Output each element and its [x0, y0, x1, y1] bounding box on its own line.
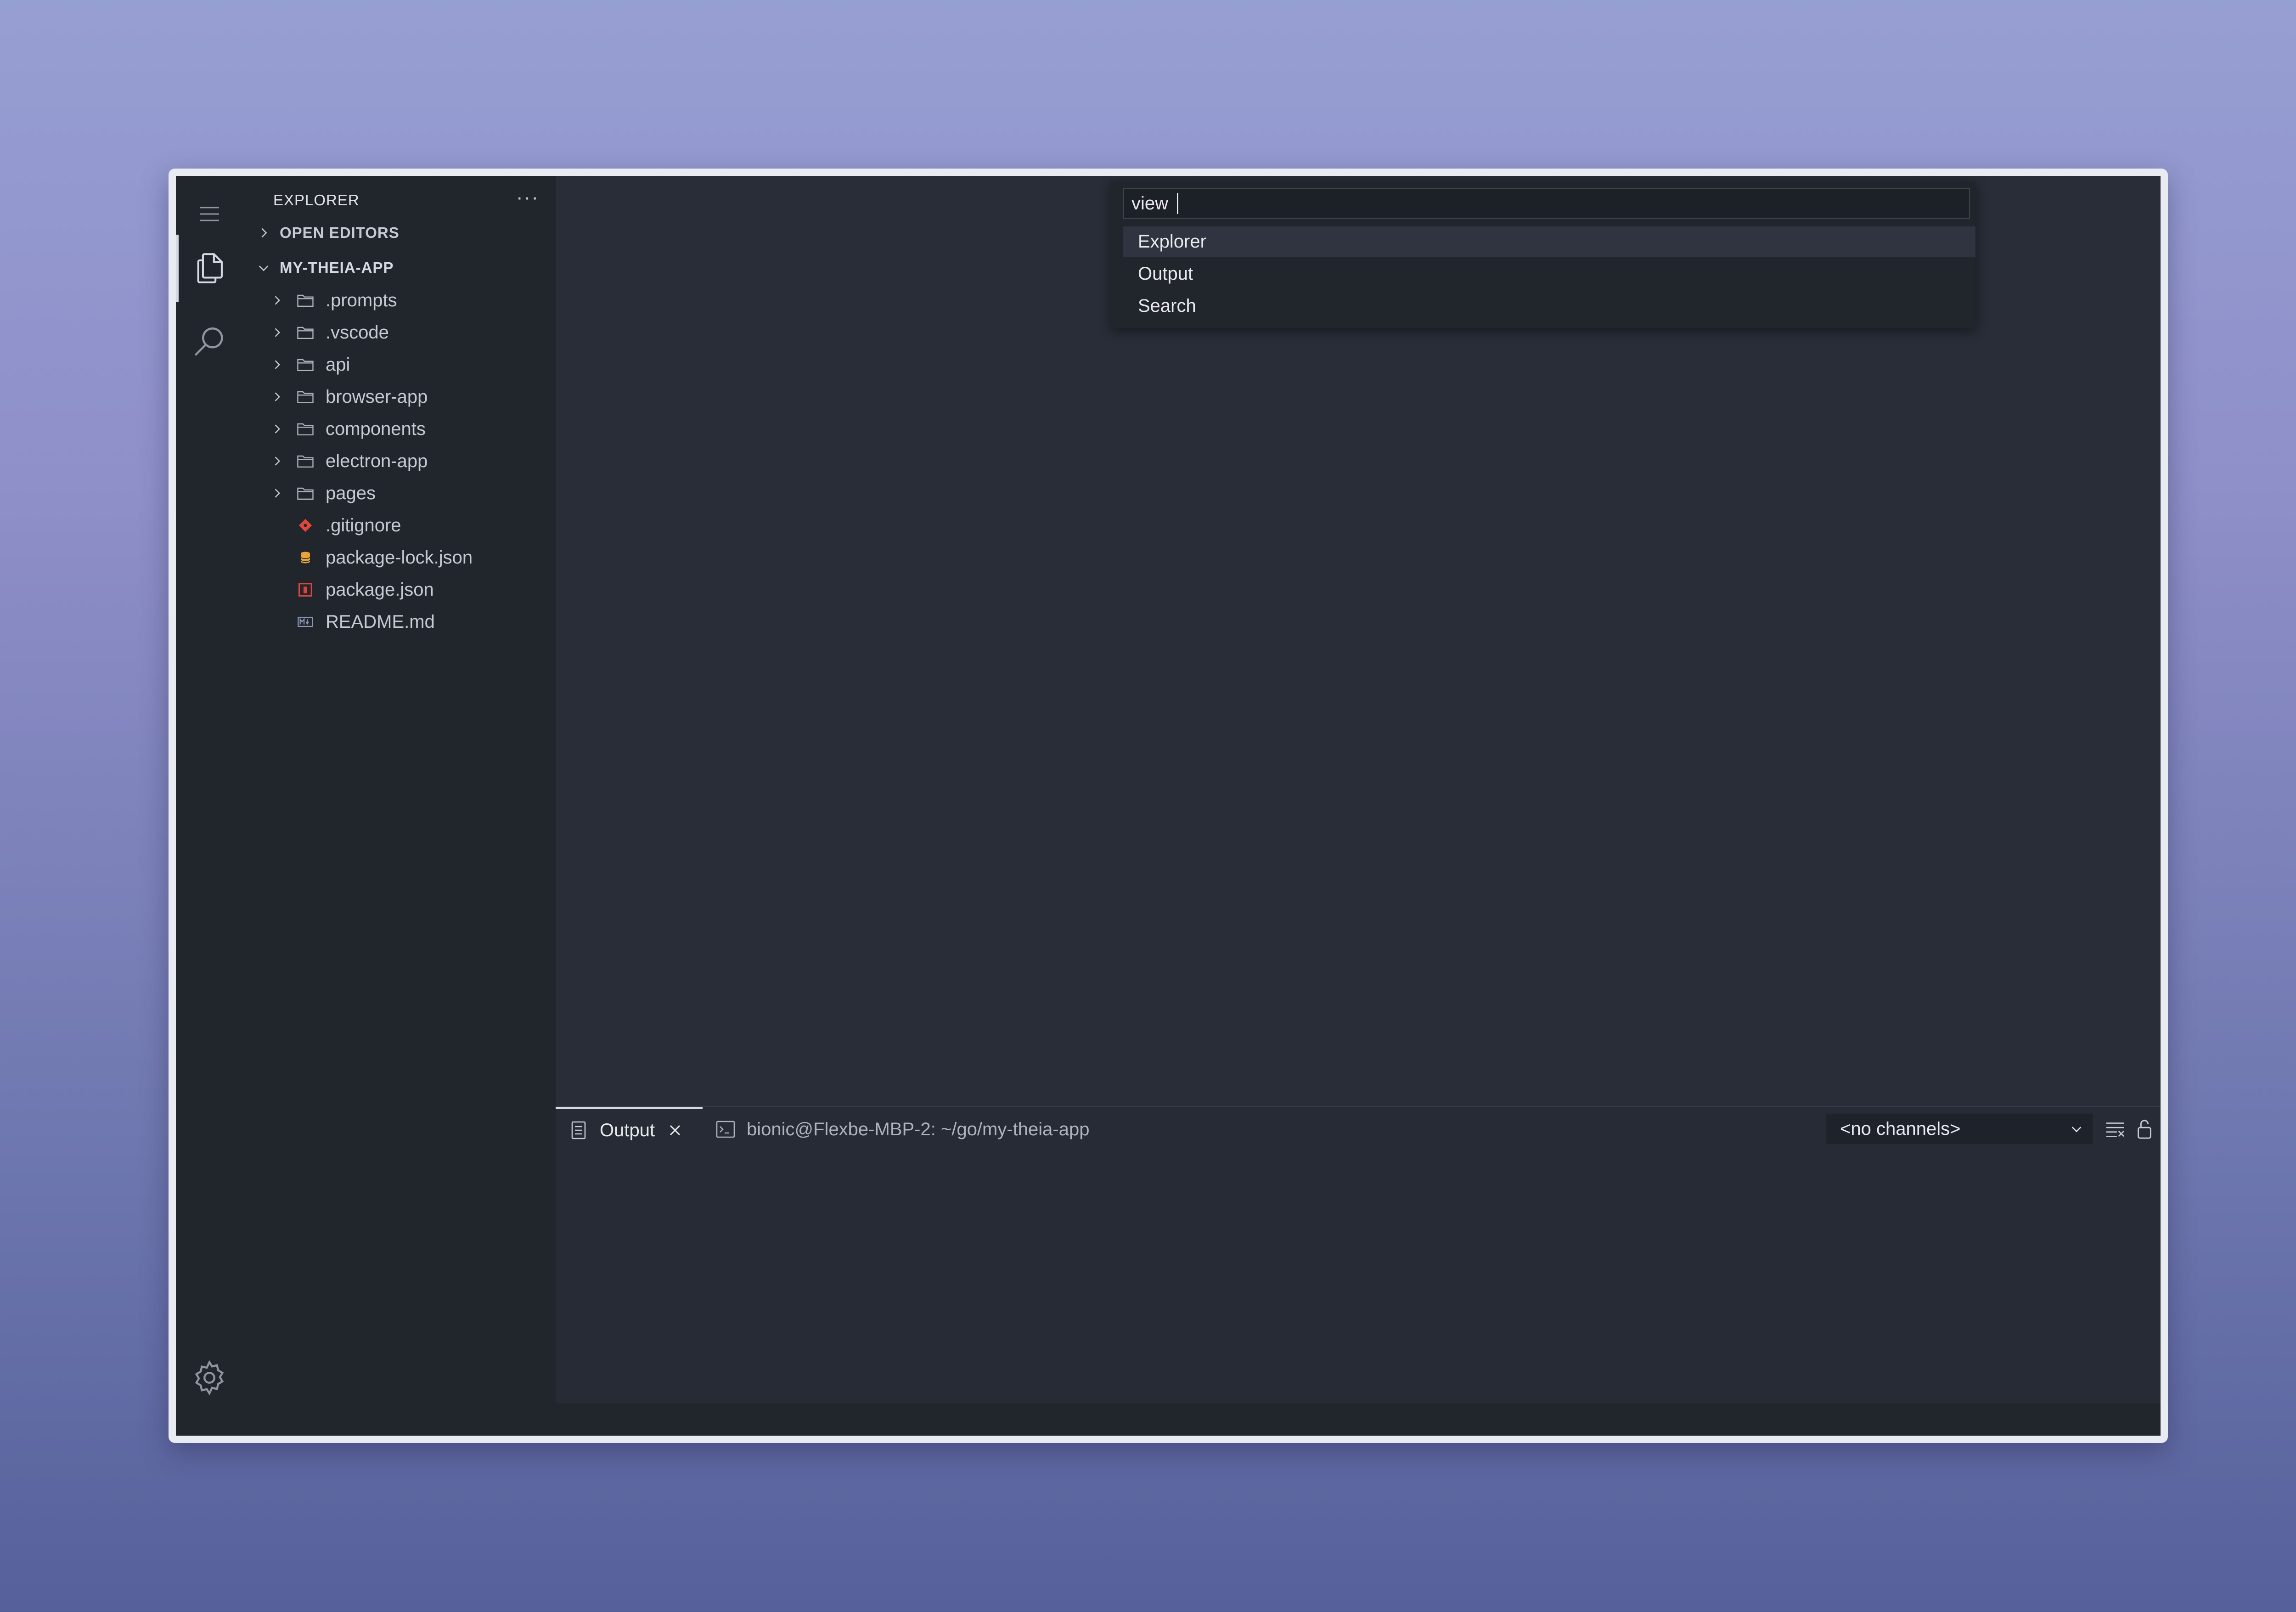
project-section[interactable]: MY-THEIA-APP — [243, 253, 556, 282]
folder-row[interactable]: electron-app — [243, 446, 556, 476]
settings-button[interactable] — [176, 1344, 243, 1411]
chevron-right-icon — [270, 294, 283, 307]
git-icon — [295, 515, 315, 535]
chevron-down-icon — [2070, 1122, 2083, 1136]
chevron-down-icon — [257, 261, 270, 275]
tab-terminal[interactable]: bionic@Flexbe-MBP-2: ~/go/my-theia-app — [715, 1107, 1089, 1151]
folder-name: pages — [326, 483, 376, 503]
folder-row[interactable]: .prompts — [243, 285, 556, 316]
file-row[interactable]: .gitignore — [243, 510, 556, 541]
file-name: .gitignore — [326, 515, 401, 535]
folder-name: .prompts — [326, 290, 397, 310]
chevron-right-icon — [270, 390, 283, 403]
file-row[interactable]: README.md — [243, 607, 556, 637]
folder-row[interactable]: browser-app — [243, 382, 556, 412]
output-channel-select[interactable]: <no channels> — [1826, 1114, 2093, 1144]
file-name: README.md — [326, 611, 435, 632]
npm-icon — [295, 580, 315, 600]
folder-icon — [295, 483, 315, 503]
close-icon[interactable] — [668, 1123, 682, 1138]
folder-icon — [295, 290, 315, 310]
folder-icon — [295, 322, 315, 343]
section-label: MY-THEIA-APP — [280, 259, 394, 276]
terminal-icon — [715, 1119, 736, 1139]
tab-label: Output — [600, 1120, 655, 1140]
scroll-lock-button[interactable] — [2133, 1118, 2155, 1140]
command-input[interactable]: view — [1123, 188, 1970, 219]
channel-select-value: <no channels> — [1840, 1118, 1961, 1139]
app-window: EXPLORER ··· OPEN EDITORS MY-THEIA-APP .… — [169, 169, 2168, 1443]
sidebar-title: EXPLORER — [273, 192, 360, 209]
editor-area: view Explorer Output Search — [556, 176, 2161, 1106]
text-caret — [1177, 193, 1179, 214]
folder-row[interactable]: .vscode — [243, 317, 556, 348]
file-row[interactable]: package-lock.json — [243, 542, 556, 573]
gear-icon — [190, 1358, 229, 1398]
folder-name: electron-app — [326, 451, 428, 471]
clear-output-button[interactable] — [2104, 1118, 2126, 1140]
folder-name: browser-app — [326, 386, 428, 407]
folder-row[interactable]: components — [243, 414, 556, 444]
bottom-panel: Output bionic@Flexbe-MBP-2: ~/go/my-thei… — [556, 1106, 2161, 1403]
database-icon — [295, 547, 315, 568]
folder-icon — [295, 355, 315, 375]
quick-pick-item[interactable]: Search — [1123, 291, 1975, 321]
unlock-icon — [2135, 1119, 2154, 1140]
file-row[interactable]: package.json — [243, 575, 556, 605]
chevron-right-icon — [257, 226, 270, 240]
status-bar — [556, 1403, 2161, 1436]
tab-label: bionic@Flexbe-MBP-2: ~/go/my-theia-app — [747, 1119, 1090, 1139]
open-editors-section[interactable]: OPEN EDITORS — [243, 218, 556, 248]
clear-all-icon — [2105, 1120, 2126, 1139]
folder-name: components — [326, 418, 426, 439]
output-icon — [568, 1120, 589, 1140]
search-activity-button[interactable] — [176, 309, 243, 376]
chevron-right-icon — [270, 487, 283, 500]
section-label: OPEN EDITORS — [280, 224, 400, 241]
chevron-right-icon — [270, 423, 283, 435]
chevron-right-icon — [270, 326, 283, 339]
folder-icon — [295, 419, 315, 439]
files-icon — [192, 249, 230, 287]
folder-icon — [295, 387, 315, 407]
explorer-sidebar: EXPLORER ··· OPEN EDITORS MY-THEIA-APP .… — [243, 176, 556, 1436]
chevron-right-icon — [270, 358, 283, 371]
hamburger-menu-icon — [197, 201, 222, 227]
quick-pick-item[interactable]: Explorer — [1123, 226, 1975, 257]
activity-bar — [176, 176, 243, 1436]
folder-name: api — [326, 354, 350, 375]
explorer-activity-button[interactable] — [176, 235, 243, 302]
tab-output[interactable]: Output — [556, 1107, 703, 1151]
quick-pick-item[interactable]: Output — [1123, 259, 1975, 289]
file-name: package-lock.json — [326, 547, 473, 568]
folder-row[interactable]: api — [243, 349, 556, 380]
theia-ide: EXPLORER ··· OPEN EDITORS MY-THEIA-APP .… — [176, 176, 2161, 1436]
file-name: package.json — [326, 579, 434, 600]
folder-icon — [295, 451, 315, 471]
more-actions-button[interactable]: ··· — [516, 186, 539, 209]
command-palette: view Explorer Output Search — [1111, 181, 1975, 328]
command-input-value: view — [1131, 193, 1174, 214]
folder-row[interactable]: pages — [243, 478, 556, 508]
folder-name: .vscode — [326, 322, 389, 343]
markdown-icon — [295, 612, 315, 632]
search-icon — [191, 324, 228, 361]
chevron-right-icon — [270, 455, 283, 468]
